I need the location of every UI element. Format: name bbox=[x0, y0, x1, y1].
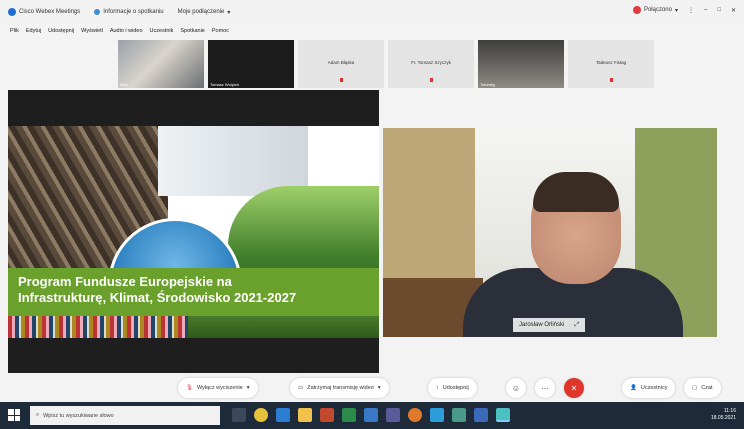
camera-icon: ▭ bbox=[298, 385, 304, 391]
tab-meeting-info-label: Informacje o spotkaniu bbox=[103, 9, 164, 15]
grass-image bbox=[188, 316, 379, 338]
participant-name: Błaż bbox=[120, 82, 128, 87]
speaker-hair bbox=[533, 172, 619, 212]
chrome-icon[interactable] bbox=[254, 408, 268, 422]
firefox-icon[interactable] bbox=[408, 408, 422, 422]
record-icon bbox=[632, 6, 641, 14]
participant-name: Fr. Tomasz Szyczyk bbox=[411, 60, 451, 65]
system-clock[interactable]: 11:16 18.05.2021 bbox=[711, 408, 736, 422]
smiley-icon: ☺ bbox=[511, 383, 521, 393]
app-icon[interactable] bbox=[474, 408, 488, 422]
maximize-icon[interactable]: □ bbox=[717, 7, 721, 13]
share-icon: ↑ bbox=[436, 385, 439, 391]
search-placeholder: Wpisz tu wyszukiwane słowo bbox=[43, 412, 114, 419]
more-options-button[interactable]: ⋯ bbox=[535, 378, 555, 398]
task-view-icon[interactable] bbox=[232, 408, 246, 422]
speaker-name: Jarosław Orliński bbox=[519, 322, 565, 328]
word-icon[interactable] bbox=[276, 408, 290, 422]
outlook-icon[interactable] bbox=[364, 408, 378, 422]
tab-connection[interactable]: Moje podłączenie ▾ bbox=[178, 9, 231, 16]
chat-label: Czat bbox=[701, 385, 713, 391]
connection-status[interactable]: Połączono ▾ bbox=[632, 6, 678, 14]
speaker-nameplate: Jarosław Orliński ⤢ bbox=[513, 318, 586, 332]
menu-participant[interactable]: Uczestnik bbox=[150, 28, 174, 34]
share-label: Udostępnij bbox=[442, 385, 469, 391]
participant-tile[interactable]: Tadeusz Fistag bbox=[568, 40, 654, 88]
menu-view[interactable]: Wyświetl bbox=[81, 28, 103, 34]
webex-logo-icon bbox=[8, 8, 16, 16]
menu-file[interactable]: Plik bbox=[10, 28, 19, 34]
menu-help[interactable]: Pomoc bbox=[212, 28, 229, 34]
muted-mic-icon bbox=[340, 78, 343, 82]
slide-title: Program Fundusze Europejskie na Infrastr… bbox=[18, 274, 297, 305]
windows-start-icon[interactable] bbox=[8, 409, 20, 421]
muted-mic-icon bbox=[430, 78, 433, 82]
info-icon bbox=[94, 9, 101, 15]
presentation-slide: Program Fundusze Europejskie na Infrastr… bbox=[8, 126, 379, 338]
close-icon: ✕ bbox=[570, 383, 578, 393]
people-icon: 👤 bbox=[630, 385, 637, 391]
participant-name: Adam Błąska bbox=[327, 60, 355, 65]
edge-icon[interactable] bbox=[430, 408, 444, 422]
expand-icon[interactable]: ⤢ bbox=[574, 322, 579, 329]
menu-share[interactable]: Udostępnij bbox=[48, 28, 74, 34]
clock-date: 18.05.2021 bbox=[710, 415, 736, 421]
participant-tile[interactable]: Adam Błąska bbox=[298, 40, 384, 88]
books-image bbox=[8, 316, 188, 338]
tab-connection-label: Moje podłączenie bbox=[177, 9, 225, 15]
tab-webex-meetings[interactable]: Cisco Webex Meetings bbox=[8, 8, 80, 16]
participants-label: Uczestnicy bbox=[640, 385, 668, 391]
close-icon[interactable]: ✕ bbox=[731, 7, 736, 14]
taskbar: ⌕ Wpisz tu wyszukiwane słowo 11:16 18.05… bbox=[0, 402, 744, 429]
file-explorer-icon[interactable] bbox=[298, 408, 312, 422]
chevron-down-icon: ▾ bbox=[227, 9, 231, 16]
shared-content: Program Fundusze Europejskie na Infrastr… bbox=[8, 90, 379, 373]
menu-audio-video[interactable]: Audio i wideo bbox=[110, 28, 143, 34]
tab-webex-label: Cisco Webex Meetings bbox=[19, 9, 81, 15]
search-icon: ⌕ bbox=[36, 412, 40, 418]
minimize-icon[interactable]: – bbox=[704, 7, 707, 13]
participant-strip: Błaż Tomasz Wulpich Adam Błąska Fr. Toma… bbox=[118, 40, 654, 88]
stop-video-button[interactable]: ▭ Zatrzymaj transmisję wideo ▾ bbox=[290, 378, 389, 398]
menu-meeting[interactable]: Spotkanie bbox=[180, 28, 204, 34]
excel-icon[interactable] bbox=[342, 408, 356, 422]
reactions-button[interactable]: ☺ bbox=[506, 378, 526, 398]
participants-button[interactable]: 👤 Uczestnicy bbox=[622, 378, 676, 398]
powerpoint-icon[interactable] bbox=[320, 408, 334, 422]
chat-icon: ▢ bbox=[692, 385, 698, 391]
connection-status-label: Połączono bbox=[643, 7, 672, 13]
tab-meeting-info[interactable]: Informacje o spotkaniu bbox=[94, 9, 164, 15]
more-icon[interactable]: ⋮ bbox=[688, 7, 694, 14]
taskbar-search[interactable]: ⌕ Wpisz tu wyszukiwane słowo bbox=[30, 406, 220, 425]
share-button[interactable]: ↑ Udostępnij bbox=[428, 378, 477, 398]
menu-bar: Plik Edytuj Udostępnij Wyświetl Audio i … bbox=[0, 24, 744, 38]
teams-icon[interactable] bbox=[386, 408, 400, 422]
participant-name: Tomasz Wulpich bbox=[210, 82, 240, 87]
webex-taskbar-icon[interactable] bbox=[496, 408, 510, 422]
mic-off-icon: 🎙 bbox=[186, 385, 193, 391]
chevron-down-icon: ▾ bbox=[246, 385, 250, 391]
participant-name: Tolubieg bbox=[480, 82, 495, 87]
chevron-down-icon: ▾ bbox=[377, 385, 381, 391]
end-meeting-button[interactable]: ✕ bbox=[564, 378, 584, 398]
meeting-controls: 🎙 Wyłącz wyciszenie ▾ ▭ Zatrzymaj transm… bbox=[0, 378, 744, 400]
unmute-button[interactable]: 🎙 Wyłącz wyciszenie ▾ bbox=[178, 378, 258, 398]
unmute-label: Wyłącz wyciszenie bbox=[196, 385, 243, 391]
participant-name: Tadeusz Fistag bbox=[595, 60, 627, 65]
title-bar: Cisco Webex Meetings Informacje o spotka… bbox=[0, 0, 744, 24]
app-icon[interactable] bbox=[452, 408, 466, 422]
chat-button[interactable]: ▢ Czat bbox=[684, 378, 721, 398]
participant-tile[interactable]: Tomasz Wulpich bbox=[208, 40, 294, 88]
participant-tile[interactable]: Błaż bbox=[118, 40, 204, 88]
stop-video-label: Zatrzymaj transmisję wideo bbox=[307, 385, 374, 391]
participant-tile[interactable]: Tolubieg bbox=[478, 40, 564, 88]
active-speaker-video[interactable]: Jarosław Orliński ⤢ bbox=[383, 128, 717, 337]
chevron-down-icon: ▾ bbox=[674, 7, 678, 14]
menu-edit[interactable]: Edytuj bbox=[26, 28, 41, 34]
participant-tile[interactable]: Fr. Tomasz Szyczyk bbox=[388, 40, 474, 88]
muted-mic-icon bbox=[610, 78, 613, 82]
more-icon: ⋯ bbox=[541, 383, 549, 393]
clock-time: 11:16 bbox=[723, 408, 736, 414]
